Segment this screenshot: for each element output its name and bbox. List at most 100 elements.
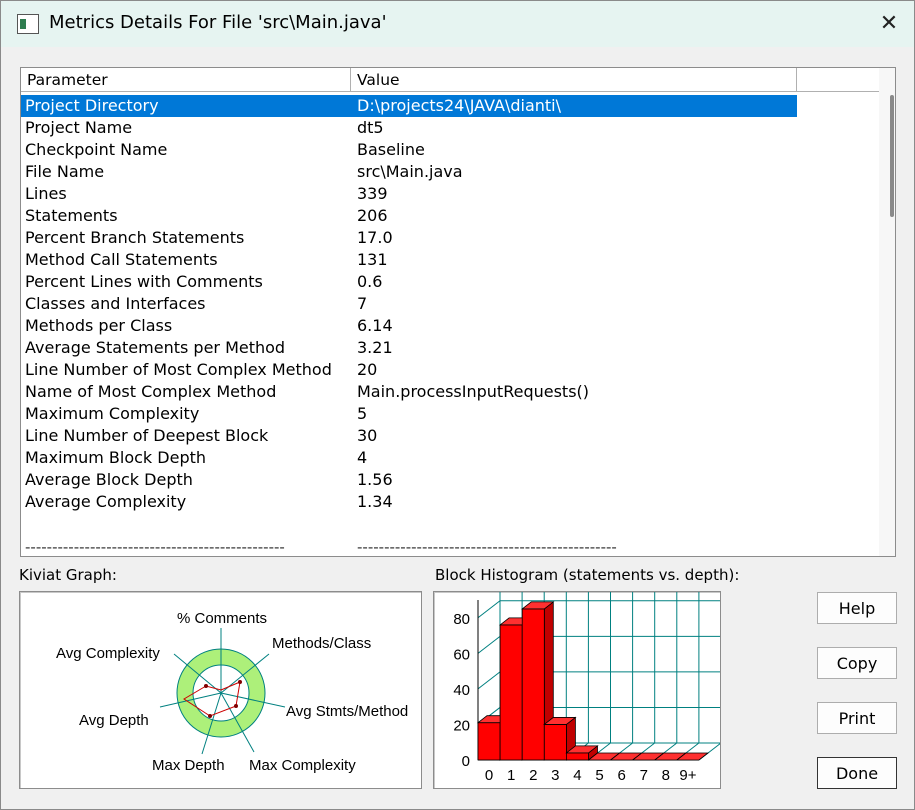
column-header-parameter[interactable]: Parameter bbox=[21, 68, 351, 92]
histogram-x-tick: 3 bbox=[551, 767, 559, 784]
histogram-gridline bbox=[477, 671, 501, 690]
table-row[interactable]: Project Directory D:\projects24\JAVA\dian… bbox=[21, 95, 797, 117]
histogram-bar bbox=[499, 624, 523, 761]
value-cell: 206 bbox=[357, 206, 388, 225]
parameter-cell: Maximum Block Depth bbox=[25, 448, 207, 467]
kiviat-point bbox=[204, 684, 208, 688]
histogram-x-tick: 6 bbox=[617, 767, 625, 784]
parameter-cell: Average Statements per Method bbox=[25, 338, 286, 357]
parameter-cell: Lines bbox=[25, 184, 67, 203]
parameter-cell: Name of Most Complex Method bbox=[25, 382, 277, 401]
histogram-x-tick: 0 bbox=[485, 767, 493, 784]
value-cell: 17.0 bbox=[357, 228, 393, 247]
table-row[interactable]: Lines 339 bbox=[21, 183, 879, 205]
value-cell: 3.21 bbox=[357, 338, 393, 357]
metrics-rows: Project Directory D:\projects24\JAVA\dian… bbox=[21, 95, 879, 513]
table-row[interactable]: Method Call Statements 131 bbox=[21, 249, 879, 271]
table-row[interactable]: Classes and Interfaces 7 bbox=[21, 293, 879, 315]
table-row[interactable]: Line Number of Deepest Block 30 bbox=[21, 425, 879, 447]
value-cell: 30 bbox=[357, 426, 378, 445]
value-cell: 1.56 bbox=[357, 470, 393, 489]
value-cell: 4 bbox=[357, 448, 368, 467]
parameter-cell: File Name bbox=[25, 162, 105, 181]
parameter-cell: Project Directory bbox=[25, 96, 159, 115]
parameter-cell: Average Block Depth bbox=[25, 470, 193, 489]
kiviat-axis-label: Max Depth bbox=[152, 757, 225, 774]
value-cell: dt5 bbox=[357, 118, 384, 137]
value-cell: 6.14 bbox=[357, 316, 393, 335]
table-row[interactable]: Maximum Block Depth 4 bbox=[21, 447, 879, 469]
app-icon bbox=[17, 14, 39, 34]
block-histogram: 0 20 40 60 80 0 1 2 3 4 5 6 7 8 9+ bbox=[433, 582, 722, 789]
scrollbar-thumb[interactable] bbox=[890, 95, 894, 217]
kiviat-axis-label: Methods/Class bbox=[272, 635, 371, 652]
histogram-svg: 0204060800 1 2 3 4 5 6 7 8 9+ bbox=[453, 582, 722, 784]
histogram-bar bbox=[477, 722, 501, 761]
histogram-bar bbox=[543, 724, 567, 761]
table-row[interactable]: Checkpoint Name Baseline bbox=[21, 139, 879, 161]
histogram-label: Block Histogram (statements vs. depth): bbox=[435, 566, 740, 584]
kiviat-graph: % Comments Methods/Class Avg Stmts/Metho… bbox=[19, 591, 422, 789]
histogram-y-tick: 0 bbox=[462, 753, 470, 770]
histogram-x-tick: 4 bbox=[573, 767, 581, 784]
table-row[interactable]: Name of Most Complex Method Main.processI… bbox=[21, 381, 879, 403]
parameter-cell: Methods per Class bbox=[25, 316, 173, 335]
value-cell: Baseline bbox=[357, 140, 425, 159]
separator-left: ----------------------------------------… bbox=[25, 538, 285, 556]
table-row[interactable]: Maximum Complexity 5 bbox=[21, 403, 879, 425]
table-row[interactable]: File Name src\Main.java bbox=[21, 161, 879, 183]
parameter-cell: Classes and Interfaces bbox=[25, 294, 206, 313]
value-cell: 5 bbox=[357, 404, 368, 423]
value-cell: 1.34 bbox=[357, 492, 393, 511]
print-button[interactable]: Print bbox=[817, 702, 897, 734]
close-icon[interactable]: ✕ bbox=[869, 7, 909, 41]
histogram-bar bbox=[565, 752, 589, 761]
table-row[interactable]: Statements 206 bbox=[21, 205, 879, 227]
table-row[interactable]: Percent Lines with Comments 0.6 bbox=[21, 271, 879, 293]
parameter-cell: Line Number of Deepest Block bbox=[25, 426, 269, 445]
kiviat-point bbox=[208, 714, 212, 718]
kiviat-point bbox=[238, 680, 242, 684]
table-row[interactable]: Average Statements per Method 3.21 bbox=[21, 337, 879, 359]
histogram-x-tick: 7 bbox=[640, 767, 648, 784]
value-cell: D:\projects24\JAVA\dianti\ bbox=[357, 96, 561, 115]
copy-button[interactable]: Copy bbox=[817, 647, 897, 679]
parameter-cell: Statements bbox=[25, 206, 118, 225]
column-header-value[interactable]: Value bbox=[351, 68, 797, 92]
histogram-y-tick: 40 bbox=[453, 682, 470, 699]
histogram-y-tick: 60 bbox=[453, 646, 470, 663]
value-cell: Main.processInputRequests() bbox=[357, 382, 590, 401]
kiviat-label: Kiviat Graph: bbox=[19, 566, 117, 584]
vertical-scrollbar[interactable] bbox=[879, 68, 895, 556]
help-button[interactable]: Help bbox=[817, 592, 897, 624]
kiviat-svg: % Comments Methods/Class Avg Stmts/Metho… bbox=[56, 610, 408, 774]
table-row[interactable]: Line Number of Most Complex Method 20 bbox=[21, 359, 879, 381]
table-row[interactable]: Average Block Depth 1.56 bbox=[21, 469, 879, 491]
histogram-x-tick: 9+ bbox=[679, 767, 696, 784]
histogram-bar bbox=[521, 608, 545, 761]
value-cell: 131 bbox=[357, 250, 388, 269]
table-row[interactable]: Average Complexity 1.34 bbox=[21, 491, 879, 513]
column-header-extra[interactable] bbox=[797, 68, 879, 92]
histogram-x-tick: 5 bbox=[595, 767, 603, 784]
parameter-cell: Method Call Statements bbox=[25, 250, 218, 269]
histogram-x-tick: 2 bbox=[529, 767, 537, 784]
table-row[interactable]: Percent Branch Statements 17.0 bbox=[21, 227, 879, 249]
parameter-cell: Line Number of Most Complex Method bbox=[25, 360, 332, 379]
value-cell: 7 bbox=[357, 294, 368, 313]
title-bar: Metrics Details For File 'src\Main.java'… bbox=[1, 1, 914, 47]
kiviat-point bbox=[234, 704, 238, 708]
table-row[interactable]: Methods per Class 6.14 bbox=[21, 315, 879, 337]
kiviat-axis-label: % Comments bbox=[177, 610, 267, 627]
value-cell: 0.6 bbox=[357, 272, 383, 291]
value-cell: 339 bbox=[357, 184, 388, 203]
metrics-list[interactable]: Parameter Value Project Directory D:\proj… bbox=[20, 67, 896, 557]
parameter-cell: Average Complexity bbox=[25, 492, 187, 511]
table-row[interactable]: Project Name dt5 bbox=[21, 117, 879, 139]
histogram-y-tick: 20 bbox=[453, 717, 470, 734]
kiviat-axis-label: Avg Depth bbox=[79, 712, 149, 729]
separator-right: ----------------------------------------… bbox=[357, 538, 617, 556]
kiviat-axis-label: Avg Stmts/Method bbox=[286, 703, 408, 720]
done-button[interactable]: Done bbox=[817, 757, 897, 789]
histogram-x-tick: 1 bbox=[507, 767, 515, 784]
